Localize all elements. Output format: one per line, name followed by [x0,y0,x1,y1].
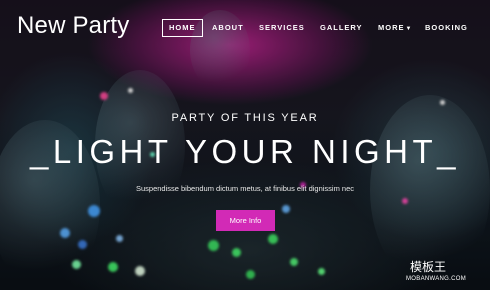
nav-item-services[interactable]: SERVICES [259,19,305,37]
nav-item-about[interactable]: ABOUT [212,19,244,37]
hero-headline: _LIGHT YOUR NIGHT_ [29,133,461,170]
nav-item-more[interactable]: MORE▼ [378,19,412,37]
nav-item-gallery[interactable]: GALLERY [320,19,363,37]
nav-item-home[interactable]: HOME [162,19,203,37]
watermark-subtitle: MOBANWANG.COM [406,276,467,282]
watermark-logo-text: 模板王 [410,260,447,274]
hero-tagline: Suspendisse bibendum dictum metus, at fi… [135,184,355,193]
nav-item-more-label: MORE [378,23,405,32]
nav-item-gallery-label: GALLERY [320,23,363,32]
caret-down-icon: ▼ [405,26,413,32]
site-title[interactable]: New Party [17,12,130,40]
hero-kicker: PARTY OF THIS YEAR [171,112,319,124]
more-info-button[interactable]: More Info [216,210,275,231]
watermark-logo: 模板王 MOBANWANG.COM [404,252,486,286]
nav-item-booking[interactable]: BOOKING [425,19,468,37]
